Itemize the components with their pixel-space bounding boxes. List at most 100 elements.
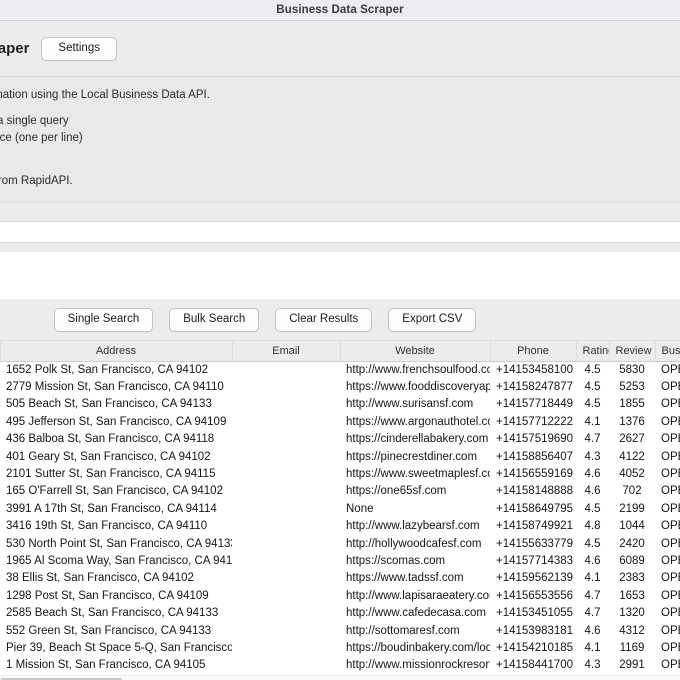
cell-address: 3991 A 17th St, San Francisco, CA 94114 (0, 500, 232, 519)
cell-phone: +14153983181 (490, 622, 576, 640)
cell-status: OPEN (655, 483, 680, 501)
cell-email (232, 587, 340, 606)
cell-address: 38 Ellis St, San Francisco, CA 94102 (0, 570, 232, 588)
cell-email (232, 448, 340, 466)
cell-website: https://one65sf.com (340, 483, 490, 501)
cell-address: 1965 Al Scoma Way, San Francisco, CA 941… (0, 552, 232, 571)
cell-rating: 4.5 (576, 500, 609, 519)
scroll-canvas: Business Data Scraper Settings Search fo… (0, 21, 680, 680)
cell-website: https://boudinbakery.com/locations (340, 640, 490, 658)
bulk-query-row (0, 243, 680, 299)
cell-address: 436 Balboa St, San Francisco, CA 94118 (0, 431, 232, 449)
cell-address: Pier 39, Beach St Space 5-Q, San Francis… (0, 640, 232, 658)
table-row[interactable]: Tadich Grill1652 Polk St, San Francisco,… (0, 361, 680, 379)
cell-email (232, 500, 340, 519)
cell-rating: 4.6 (576, 622, 609, 640)
table-row[interactable]: Scoma's1965 Al Scoma Way, San Francisco,… (0, 552, 680, 571)
clear-results-button[interactable]: Clear Results (275, 308, 373, 332)
cell-reviews: 1855 (609, 396, 655, 414)
column-header-rating[interactable]: Rating (576, 341, 610, 362)
table-row[interactable]: Tad's Steakhouse38 Ellis St, San Francis… (0, 570, 680, 588)
description-panel: Search for business information using th… (0, 76, 680, 203)
cell-reviews: 4052 (609, 465, 655, 484)
cell-email (232, 413, 340, 432)
cell-reviews: 5253 (609, 378, 655, 397)
scroll-viewport: Business Data Scraper Settings Search fo… (0, 21, 680, 680)
cell-status: OPEN (655, 640, 680, 658)
cell-rating: 4.5 (576, 378, 609, 397)
search-input[interactable]: restaurants in San Francisco (0, 221, 680, 243)
single-search-button[interactable]: Single Search (53, 308, 154, 332)
cell-website: http://hollywoodcafesf.com (340, 535, 490, 553)
cell-phone: +14158441700 (490, 657, 576, 675)
cell-website: https://www.tadssf.com (340, 570, 490, 588)
cell-website: None (340, 500, 490, 519)
table-row[interactable]: Boudin BakeryPier 39, Beach St Space 5-Q… (0, 640, 680, 658)
description-bullet-2: Run multiple queries at once (one per li… (0, 132, 83, 144)
table-row[interactable]: Lazy Bear3416 19th St, San Francisco, CA… (0, 518, 680, 536)
cell-phone: +14153458100 (490, 361, 576, 379)
column-header-review-count[interactable]: Review Count (609, 341, 656, 362)
cell-phone: +14158856407 (490, 448, 576, 466)
table-row[interactable]: ONE65165 O'Farrell St, San Francisco, CA… (0, 483, 680, 501)
cell-email (232, 640, 340, 658)
cell-status: OPEN (655, 535, 680, 553)
results-table: Name Address Email Website Phone Rating … (0, 341, 680, 675)
cell-website: http://www.lazybearsf.com (340, 518, 490, 536)
cell-email (232, 431, 340, 449)
table-row[interactable]: Cafe de Casa2585 Beach St, San Francisco… (0, 605, 680, 623)
cell-reviews: 1169 (609, 640, 655, 658)
export-csv-button[interactable]: Export CSV (388, 308, 477, 332)
cell-website: http://sottomaresf.com (340, 622, 490, 640)
cell-address: 1 Mission St, San Francisco, CA 94105 (0, 657, 232, 675)
table-row[interactable]: La Pisara Eatery1298 Post St, San Franci… (0, 587, 680, 606)
results-table-container: Name Address Email Website Phone Rating … (0, 341, 680, 680)
table-row[interactable]: Cinderella Bakery436 Balboa St, San Fran… (0, 431, 680, 449)
cell-phone: +14159562139 (490, 570, 576, 588)
column-header-address[interactable]: Address (0, 341, 233, 362)
cell-email (232, 535, 340, 553)
cell-rating: 4.7 (576, 431, 609, 449)
cell-address: 495 Jefferson St, San Francisco, CA 9410… (0, 413, 232, 432)
table-row[interactable]: Sotto Mare552 Green St, San Francisco, C… (0, 622, 680, 640)
cell-website: https://www.fooddiscoveryapp.com (340, 378, 490, 397)
cell-address: 401 Geary St, San Francisco, CA 94102 (0, 448, 232, 466)
cell-rating: 4.1 (576, 570, 609, 588)
cell-phone: +14154210185 (490, 640, 576, 658)
table-row[interactable]: Beretta3991 A 17th St, San Francisco, CA… (0, 500, 680, 519)
cell-address: 2101 Sutter St, San Francisco, CA 94115 (0, 465, 232, 484)
cell-status: OPEN (655, 396, 680, 414)
table-row[interactable]: Suri Sansf505 Beach St, San Francisco, C… (0, 396, 680, 414)
cell-rating: 4.7 (576, 587, 609, 606)
description-intro: Search for business information using th… (0, 89, 210, 101)
table-row[interactable]: Argonaut Hotel495 Jefferson St, San Fran… (0, 413, 680, 432)
cell-email (232, 622, 340, 640)
cell-rating: 4.1 (576, 413, 609, 432)
table-row[interactable]: Zuni Cafe2779 Mission St, San Francisco,… (0, 378, 680, 397)
column-header-phone[interactable]: Phone (490, 341, 577, 362)
cell-email (232, 518, 340, 536)
cell-reviews: 702 (609, 483, 655, 501)
column-header-business-status[interactable]: Business Status (655, 341, 680, 362)
cell-phone: +14158649795 (490, 500, 576, 519)
cell-status: OPEN (655, 465, 680, 484)
table-row[interactable]: Sweet Maple2101 Sutter St, San Francisco… (0, 465, 680, 484)
settings-button[interactable]: Settings (41, 36, 117, 61)
table-row[interactable]: The Grill1 Mission St, San Francisco, CA… (0, 657, 680, 675)
cell-reviews: 5830 (609, 361, 655, 379)
cell-website: http://www.frenchsoulfood.com (340, 361, 490, 379)
table-row[interactable]: Pinecrest Diner401 Geary St, San Francis… (0, 448, 680, 466)
column-header-email[interactable]: Email (232, 341, 341, 362)
cell-phone: +14156553556 (490, 587, 576, 606)
bulk-query-textarea[interactable] (0, 252, 680, 299)
cell-email (232, 483, 340, 501)
bulk-search-button[interactable]: Bulk Search (169, 308, 260, 332)
column-header-website[interactable]: Website (340, 341, 491, 362)
cell-address: 505 Beach St, San Francisco, CA 94133 (0, 396, 232, 414)
cell-reviews: 1653 (609, 587, 655, 606)
cell-address: 2585 Beach St, San Francisco, CA 94133 (0, 605, 232, 623)
cell-rating: 4.6 (576, 483, 609, 501)
table-row[interactable]: Hollywood Cafe530 North Point St, San Fr… (0, 535, 680, 553)
cell-email (232, 396, 340, 414)
table-horizontal-scrollbar[interactable] (0, 674, 680, 680)
